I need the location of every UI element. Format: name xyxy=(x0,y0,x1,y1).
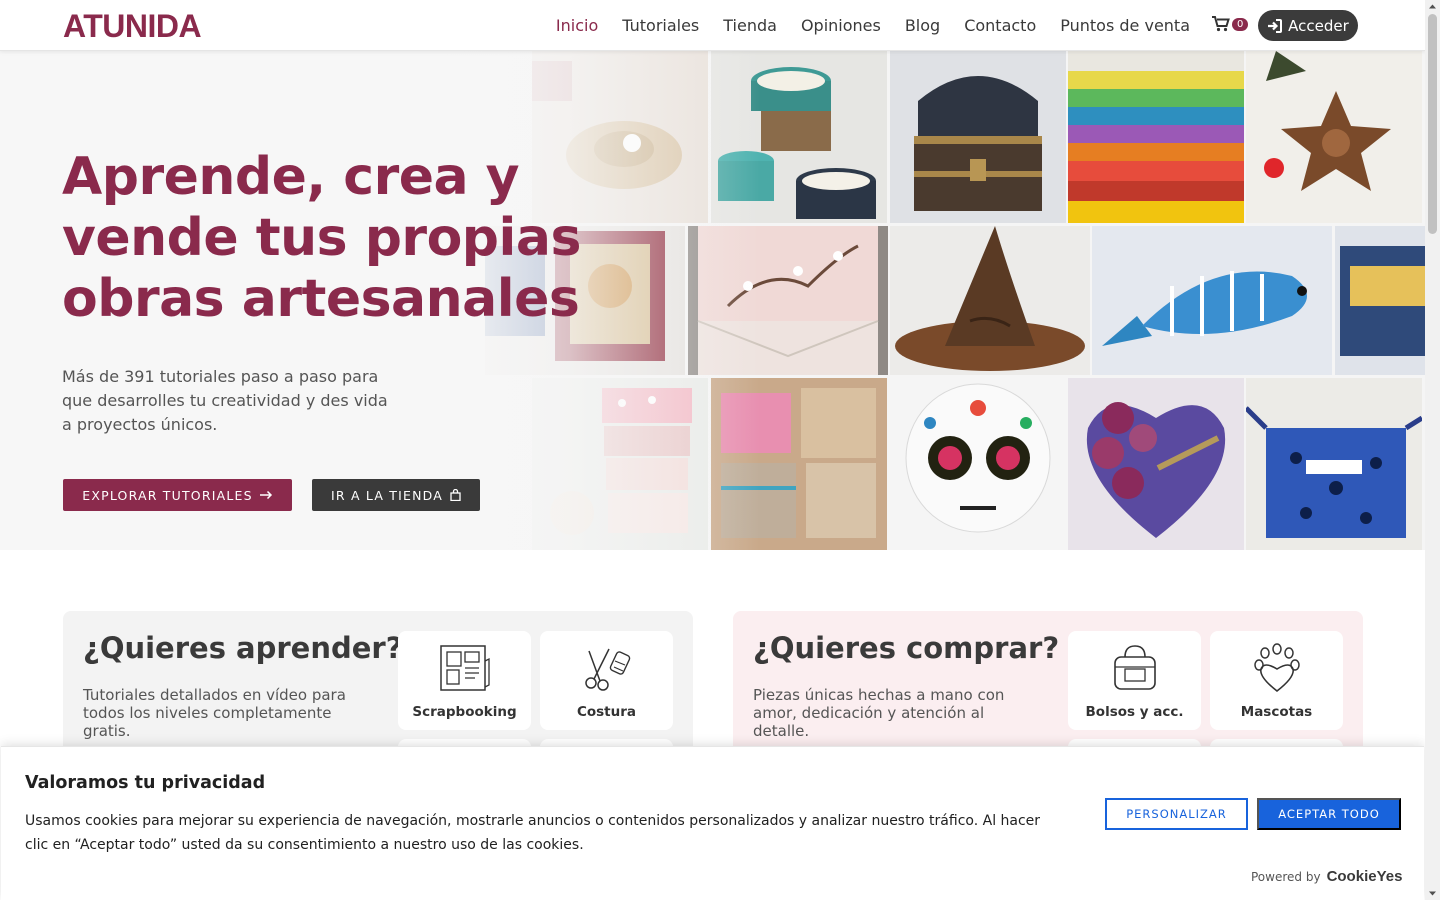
powered-by-label: Powered by xyxy=(1251,869,1321,884)
photo-rose-heart-box xyxy=(1068,378,1244,550)
shopping-bag-icon xyxy=(450,489,461,501)
category-mascotas[interactable]: Mascotas xyxy=(1210,631,1343,730)
photo-adventure-box xyxy=(1335,226,1425,375)
brand-logo[interactable]: ATUNIDA xyxy=(63,8,202,45)
bag-icon xyxy=(1113,645,1156,690)
nav-item-tienda[interactable]: Tienda xyxy=(723,16,777,35)
photo-colored-threads xyxy=(1068,51,1244,223)
shopping-cart-icon xyxy=(1212,16,1230,32)
photo-sugar-skull xyxy=(890,378,1066,550)
go-to-shop-button[interactable]: IR A LA TIENDA xyxy=(312,479,480,511)
category-mascotas-label: Mascotas xyxy=(1240,704,1313,720)
cookie-title: Valoramos tu privacidad xyxy=(25,773,266,793)
hero-section: Aprende, crea y vende tus propias obras … xyxy=(0,51,1425,550)
cart-count-badge: 0 xyxy=(1232,17,1249,31)
powered-by[interactable]: Powered by CookieYes xyxy=(1251,868,1402,885)
photo-fish-ornament xyxy=(1092,226,1332,375)
scrollbar-thumb[interactable] xyxy=(1428,14,1437,234)
login-button[interactable]: Acceder xyxy=(1258,10,1358,41)
category-costura[interactable]: Costura xyxy=(540,631,673,730)
sign-in-icon xyxy=(1268,18,1283,33)
explore-tutorials-label: EXPLORAR TUTORIALES xyxy=(82,487,253,503)
cookieyes-logo: CookieYes xyxy=(1326,868,1403,885)
customize-cookies-button[interactable]: PERSONALIZAR xyxy=(1105,798,1248,830)
category-scrapbooking-label: Scrapbooking xyxy=(412,704,517,720)
paw-heart-icon xyxy=(1253,643,1300,693)
category-bolsos[interactable]: Bolsos y acc. xyxy=(1068,631,1201,730)
nav-item-contacto[interactable]: Contacto xyxy=(964,16,1036,35)
arrow-right-icon xyxy=(259,490,272,500)
go-to-shop-label: IR A LA TIENDA xyxy=(331,487,443,503)
navbar: ATUNIDA Inicio Tutoriales Tienda Opinion… xyxy=(0,0,1425,51)
sewing-scissors-icon xyxy=(584,648,630,691)
photo-wizard-hat xyxy=(890,226,1090,375)
nav-item-blog[interactable]: Blog xyxy=(905,16,940,35)
explore-tutorials-button[interactable]: EXPLORAR TUTORIALES xyxy=(63,479,292,511)
learn-description: Tutoriales detallados en vídeo para todo… xyxy=(83,686,346,740)
hero-title: Aprende, crea y vende tus propias obras … xyxy=(62,147,581,329)
photo-treasure-chest xyxy=(890,51,1066,223)
photo-leopard-pouch xyxy=(1246,378,1422,550)
main-nav: Inicio Tutoriales Tienda Opiniones Blog … xyxy=(532,0,1190,51)
page-scrollbar[interactable] xyxy=(1425,0,1440,900)
nav-item-inicio[interactable]: Inicio xyxy=(556,16,598,35)
nav-item-puntos-de-venta[interactable]: Puntos de venta xyxy=(1060,16,1190,35)
category-bolsos-label: Bolsos y acc. xyxy=(1085,704,1184,720)
buy-description: Piezas únicas hechas a mano con amor, de… xyxy=(753,686,1005,740)
cookie-text: Usamos cookies para mejorar su experienc… xyxy=(25,813,1041,853)
category-costura-label: Costura xyxy=(576,704,637,720)
hero-subtitle: Más de 391 tutoriales paso a paso para q… xyxy=(62,367,388,434)
scroll-up-arrow-icon[interactable] xyxy=(1428,2,1437,11)
scrapbook-icon xyxy=(439,645,490,691)
nav-item-opiniones[interactable]: Opiniones xyxy=(801,16,881,35)
login-label: Acceder xyxy=(1288,16,1349,35)
learn-title: ¿Quieres aprender? xyxy=(83,631,403,665)
category-scrapbooking[interactable]: Scrapbooking xyxy=(398,631,531,730)
scroll-down-arrow-icon[interactable] xyxy=(1428,889,1437,898)
nav-item-tutoriales[interactable]: Tutoriales xyxy=(622,16,699,35)
cart-button[interactable]: 0 xyxy=(1212,16,1249,32)
photo-pinecone-star xyxy=(1246,51,1422,223)
cookie-consent-banner: Valoramos tu privacidad Usamos cookies p… xyxy=(1,746,1424,900)
buy-title: ¿Quieres comprar? xyxy=(753,631,1060,665)
accept-all-cookies-button[interactable]: ACEPTAR TODO xyxy=(1257,798,1401,830)
